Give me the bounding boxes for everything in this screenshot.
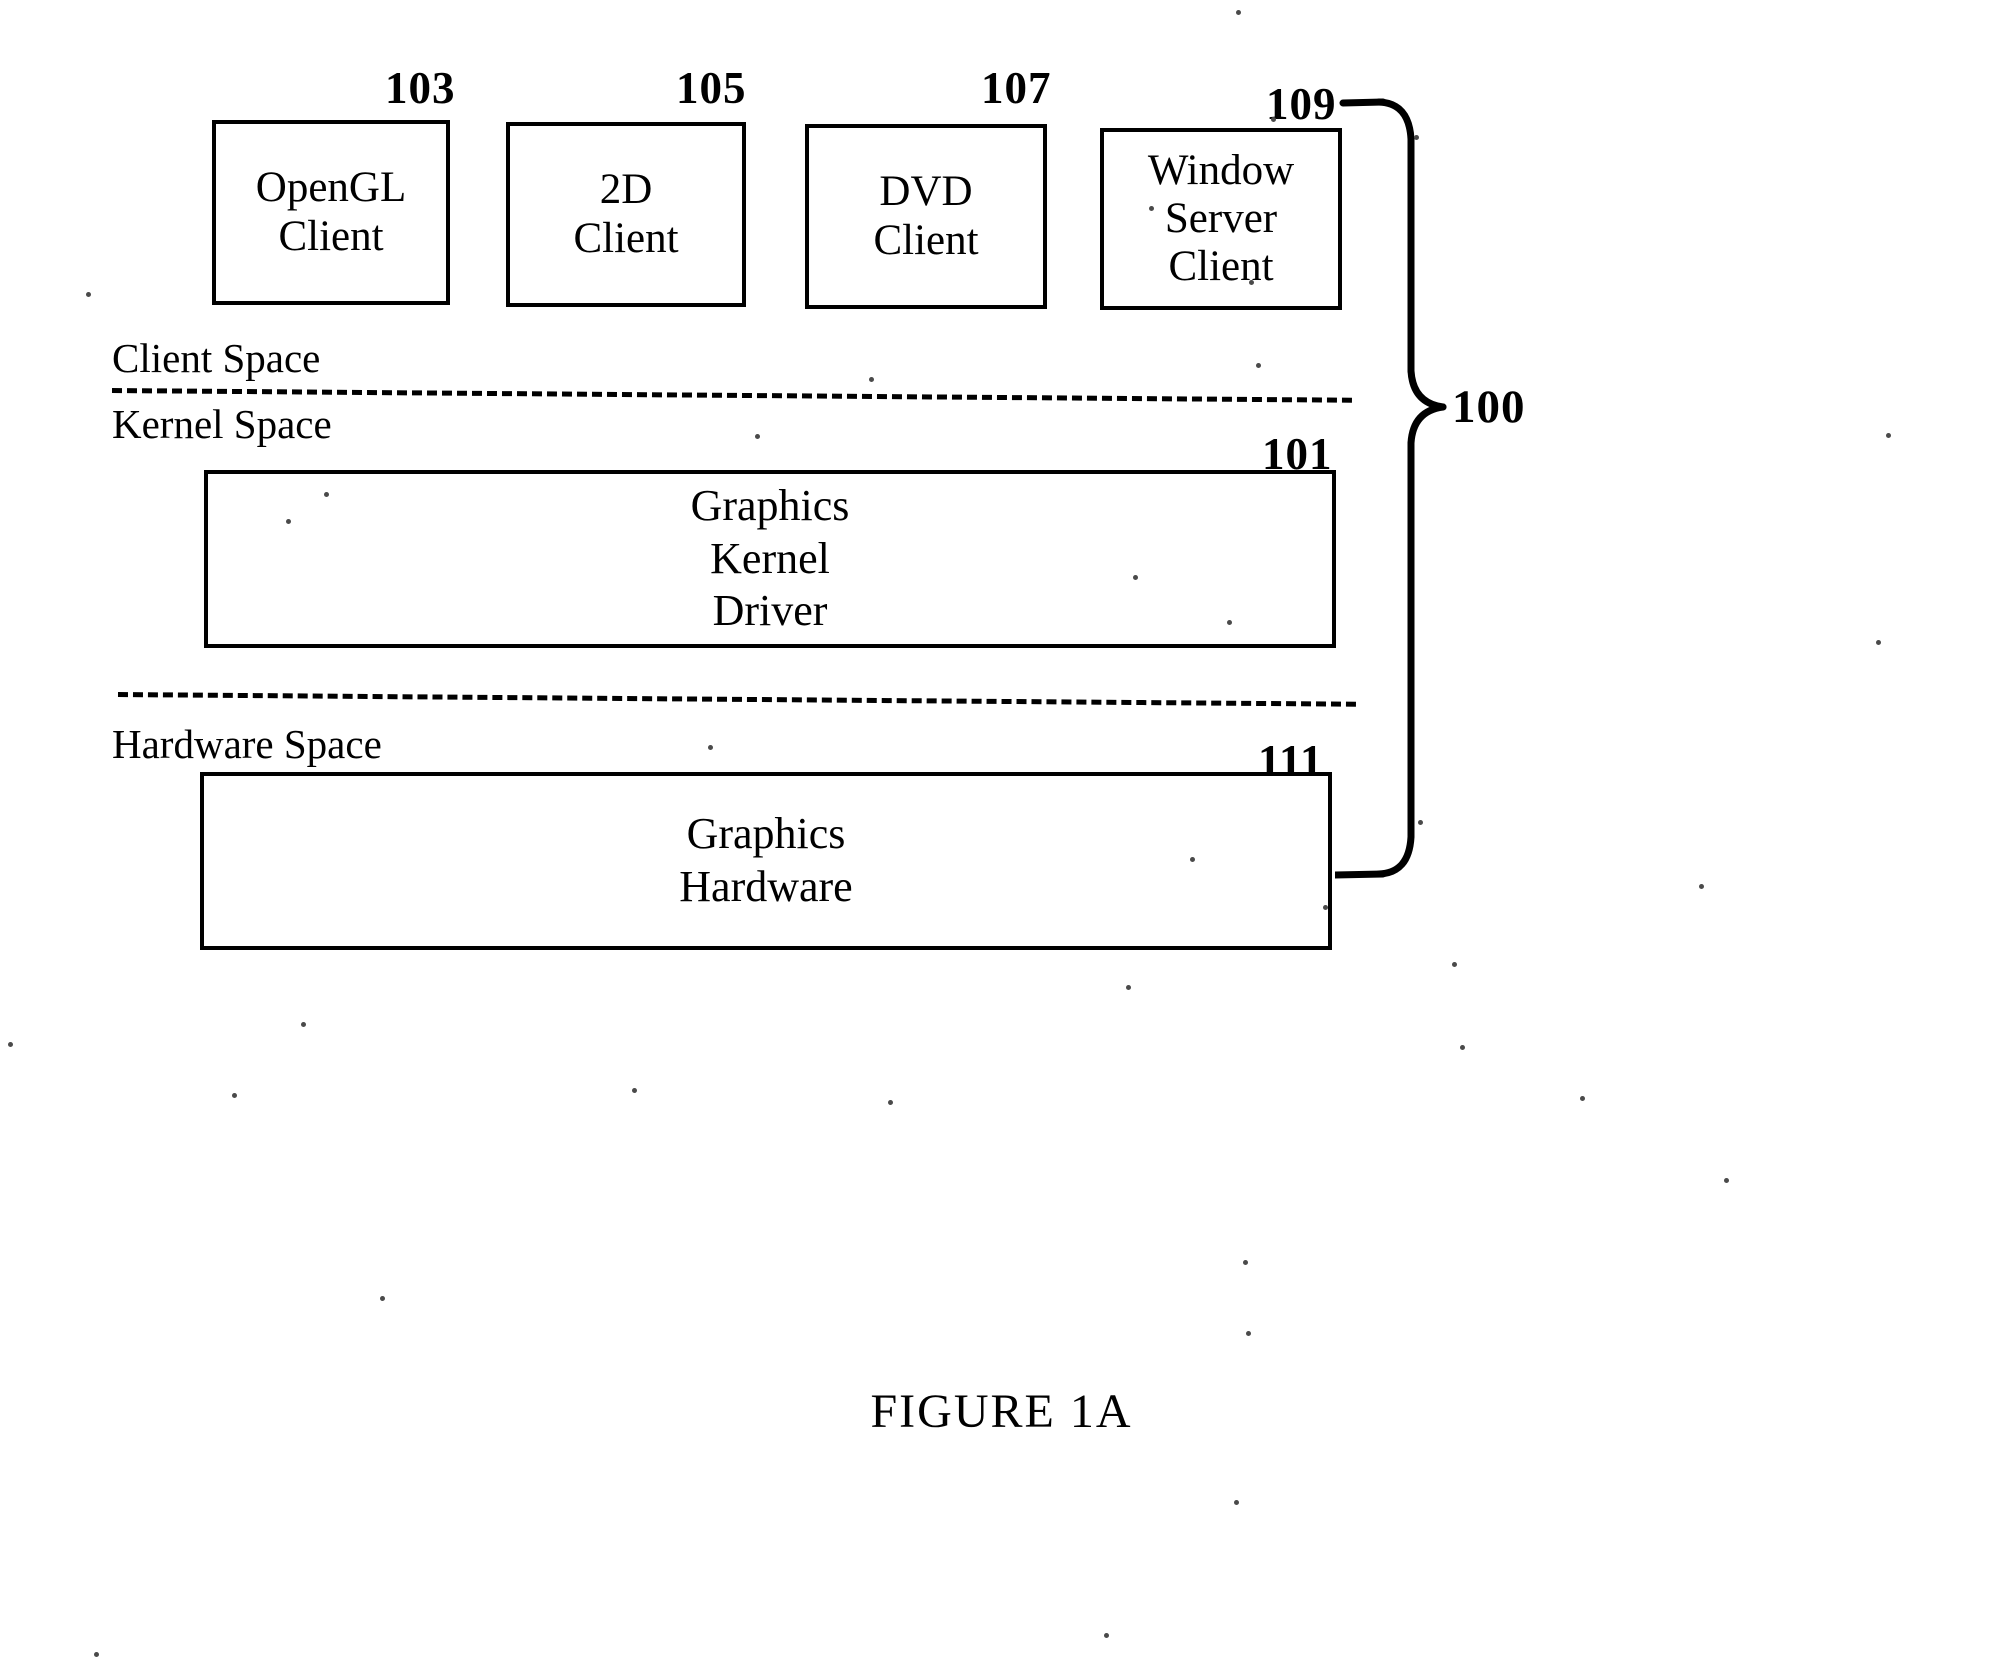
scan-speck (1190, 857, 1195, 862)
graphics-kernel-driver-line-1: Graphics (690, 480, 850, 530)
scan-speck (1256, 363, 1261, 368)
scan-speck (869, 377, 874, 382)
brace-upper-cusp (1407, 367, 1447, 411)
client-box-dvd-line-1: DVD (879, 168, 973, 216)
scan-speck (888, 1100, 893, 1105)
scan-speck (632, 1088, 637, 1093)
graphics-hardware-line-2: Hardware (679, 862, 853, 911)
client-box-window-server: Window Server Client (1100, 128, 1342, 310)
scan-speck (8, 1042, 13, 1047)
client-box-opengl-line-2: Client (278, 212, 384, 260)
client-box-opengl-line-1: OpenGL (255, 164, 407, 212)
scan-speck (1271, 117, 1276, 122)
system-scope-brace (1335, 98, 1447, 879)
reference-numeral-103: 103 (385, 63, 456, 113)
scan-speck (1133, 575, 1138, 580)
patent-figure-page: 103 105 107 109 OpenGL Client 2D Client … (0, 0, 2003, 1668)
scan-speck (1418, 820, 1423, 825)
reference-numeral-100: 100 (1452, 381, 1526, 433)
scan-speck (1886, 433, 1891, 438)
scan-speck (324, 492, 329, 497)
scan-speck (1580, 1096, 1585, 1101)
scan-speck (1243, 1260, 1248, 1265)
reference-numeral-107: 107 (981, 63, 1052, 113)
scan-speck (1234, 1500, 1239, 1505)
scan-speck (1236, 10, 1241, 15)
brace-lower-cusp (1407, 403, 1447, 447)
scan-speck (380, 1296, 385, 1301)
scan-speck (1227, 620, 1232, 625)
brace-lower-arm (1375, 439, 1415, 878)
client-box-2d-line-2: Client (573, 214, 679, 262)
reference-numeral-109: 109 (1266, 79, 1337, 129)
figure-caption: FIGURE 1A (870, 1385, 1133, 1438)
client-box-window-server-line-3: Client (1168, 243, 1274, 291)
scan-speck (1104, 1633, 1109, 1638)
scan-speck (1323, 905, 1328, 910)
scan-speck (301, 1022, 306, 1027)
scan-speck (1149, 206, 1154, 211)
scan-speck (232, 1093, 237, 1098)
graphics-hardware-box: Graphics Hardware (200, 772, 1332, 950)
scan-speck (86, 292, 91, 297)
scan-speck (1460, 1045, 1465, 1050)
scan-speck (1414, 135, 1419, 140)
client-box-window-server-line-2: Server (1164, 194, 1278, 242)
scan-speck (1452, 962, 1457, 967)
hardware-space-label: Hardware Space (112, 721, 382, 767)
kernel-space-label: Kernel Space (112, 401, 332, 447)
kernel-hardware-divider (117, 692, 1356, 707)
client-box-dvd-line-2: Client (873, 216, 979, 264)
scan-speck (286, 519, 291, 524)
client-box-2d: 2D Client (506, 122, 746, 307)
scan-speck (1724, 1178, 1729, 1183)
scan-speck (1246, 1331, 1251, 1336)
graphics-hardware-line-1: Graphics (686, 809, 846, 859)
client-box-dvd: DVD Client (805, 124, 1047, 309)
scan-speck (1876, 640, 1881, 645)
graphics-kernel-driver-box: Graphics Kernel Driver (204, 470, 1336, 648)
scan-speck (94, 1652, 99, 1657)
scan-speck (755, 434, 760, 439)
client-box-opengl: OpenGL Client (212, 120, 450, 305)
brace-leader-bottom (1335, 870, 1387, 879)
scan-speck (1126, 985, 1131, 990)
scan-speck (708, 745, 713, 750)
graphics-kernel-driver-line-3: Driver (712, 586, 828, 636)
client-box-window-server-line-1: Window (1147, 146, 1295, 194)
scan-speck (1249, 280, 1254, 285)
client-space-label: Client Space (112, 335, 321, 381)
graphics-kernel-driver-line-2: Kernel (710, 533, 830, 583)
brace-upper-arm (1375, 98, 1415, 375)
reference-numeral-105: 105 (676, 63, 747, 113)
client-box-2d-line-1: 2D (599, 166, 653, 214)
scan-speck (1699, 884, 1704, 889)
